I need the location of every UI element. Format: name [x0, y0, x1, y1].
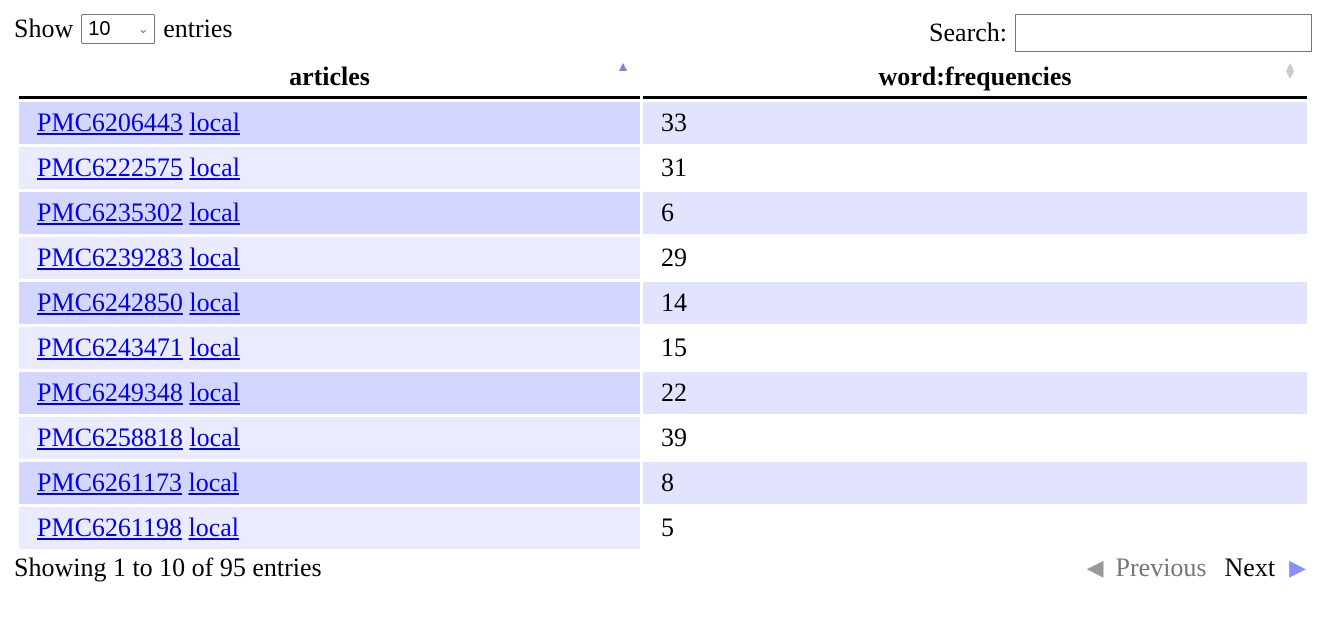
table-row: PMC6243471 local 15 — [19, 324, 1307, 369]
article-link[interactable]: PMC6249348 — [37, 378, 183, 407]
column-label: articles — [289, 62, 370, 91]
local-link[interactable]: local — [189, 333, 240, 362]
frequency-cell: 6 — [643, 189, 1307, 234]
frequency-cell: 5 — [643, 504, 1307, 549]
column-header-frequencies[interactable]: word:frequencies ▲ ▼ — [643, 58, 1307, 99]
local-link[interactable]: local — [189, 108, 240, 137]
sort-both-icon: ▲ ▼ — [1283, 60, 1297, 83]
frequency-cell: 14 — [643, 279, 1307, 324]
table-info: Showing 1 to 10 of 95 entries — [14, 553, 322, 582]
frequency-cell: 39 — [643, 414, 1307, 459]
frequency-cell: 22 — [643, 369, 1307, 414]
data-table: articles ▲ word:frequencies ▲ ▼ PMC6206443 … — [16, 58, 1310, 549]
article-cell: PMC6258818 local — [19, 414, 640, 459]
frequency-cell: 33 — [643, 99, 1307, 144]
chevron-down-icon: ⌄ — [138, 22, 149, 36]
pagination: ◀ Previous Next ▶ — [1087, 553, 1306, 583]
show-label: Show — [14, 14, 74, 43]
table-row: PMC6261198 local 5 — [19, 504, 1307, 549]
article-link[interactable]: PMC6258818 — [37, 423, 183, 452]
article-cell: PMC6261198 local — [19, 504, 640, 549]
column-header-articles[interactable]: articles ▲ — [19, 58, 640, 99]
table-row: PMC6222575 local 31 — [19, 144, 1307, 189]
local-link[interactable]: local — [189, 153, 240, 182]
frequency-cell: 8 — [643, 459, 1307, 504]
article-cell: PMC6239283 local — [19, 234, 640, 279]
article-cell: PMC6206443 local — [19, 99, 640, 144]
local-link[interactable]: local — [189, 198, 240, 227]
next-arrow-icon[interactable]: ▶ — [1289, 555, 1306, 581]
sort-ascending-icon: ▲ — [616, 60, 630, 75]
table-row: PMC6235302 local 6 — [19, 189, 1307, 234]
article-link[interactable]: PMC6239283 — [37, 243, 183, 272]
table-controls: Show 10 ⌄ entries Search: — [14, 12, 1312, 52]
article-link[interactable]: PMC6261173 — [37, 468, 182, 497]
article-link[interactable]: PMC6243471 — [37, 333, 183, 362]
frequency-cell: 15 — [643, 324, 1307, 369]
next-button[interactable]: Next — [1225, 553, 1276, 583]
article-cell: PMC6261173 local — [19, 459, 640, 504]
table-row: PMC6261173 local 8 — [19, 459, 1307, 504]
article-cell: PMC6235302 local — [19, 189, 640, 234]
article-link[interactable]: PMC6222575 — [37, 153, 183, 182]
table-row: PMC6242850 local 14 — [19, 279, 1307, 324]
table-row: PMC6249348 local 22 — [19, 369, 1307, 414]
local-link[interactable]: local — [189, 243, 240, 272]
table-row: PMC6258818 local 39 — [19, 414, 1307, 459]
previous-arrow-icon: ◀ — [1086, 555, 1104, 580]
article-link[interactable]: PMC6235302 — [37, 198, 183, 227]
article-cell: PMC6242850 local — [19, 279, 640, 324]
table-row: PMC6239283 local 29 — [19, 234, 1307, 279]
page-length-control: Show 10 ⌄ entries — [14, 14, 233, 44]
search-label: Search: — [929, 18, 1007, 47]
local-link[interactable]: local — [188, 513, 239, 542]
article-cell: PMC6249348 local — [19, 369, 640, 414]
local-link[interactable]: local — [188, 468, 239, 497]
article-link[interactable]: PMC6261198 — [37, 513, 182, 542]
entries-label: entries — [163, 14, 233, 43]
local-link[interactable]: local — [189, 378, 240, 407]
article-cell: PMC6222575 local — [19, 144, 640, 189]
frequency-cell: 31 — [643, 144, 1307, 189]
article-link[interactable]: PMC6242850 — [37, 288, 183, 317]
page-length-select[interactable]: 10 ⌄ — [81, 14, 156, 44]
column-label: word:frequencies — [878, 62, 1072, 91]
previous-button[interactable]: Previous — [1116, 553, 1207, 583]
local-link[interactable]: local — [189, 423, 240, 452]
frequency-cell: 29 — [643, 234, 1307, 279]
search-control: Search: — [929, 14, 1312, 52]
article-cell: PMC6243471 local — [19, 324, 640, 369]
local-link[interactable]: local — [189, 288, 240, 317]
search-input[interactable] — [1015, 14, 1312, 52]
article-link[interactable]: PMC6206443 — [37, 108, 183, 137]
page-length-value: 10 — [88, 17, 111, 40]
table-row: PMC6206443 local 33 — [19, 99, 1307, 144]
